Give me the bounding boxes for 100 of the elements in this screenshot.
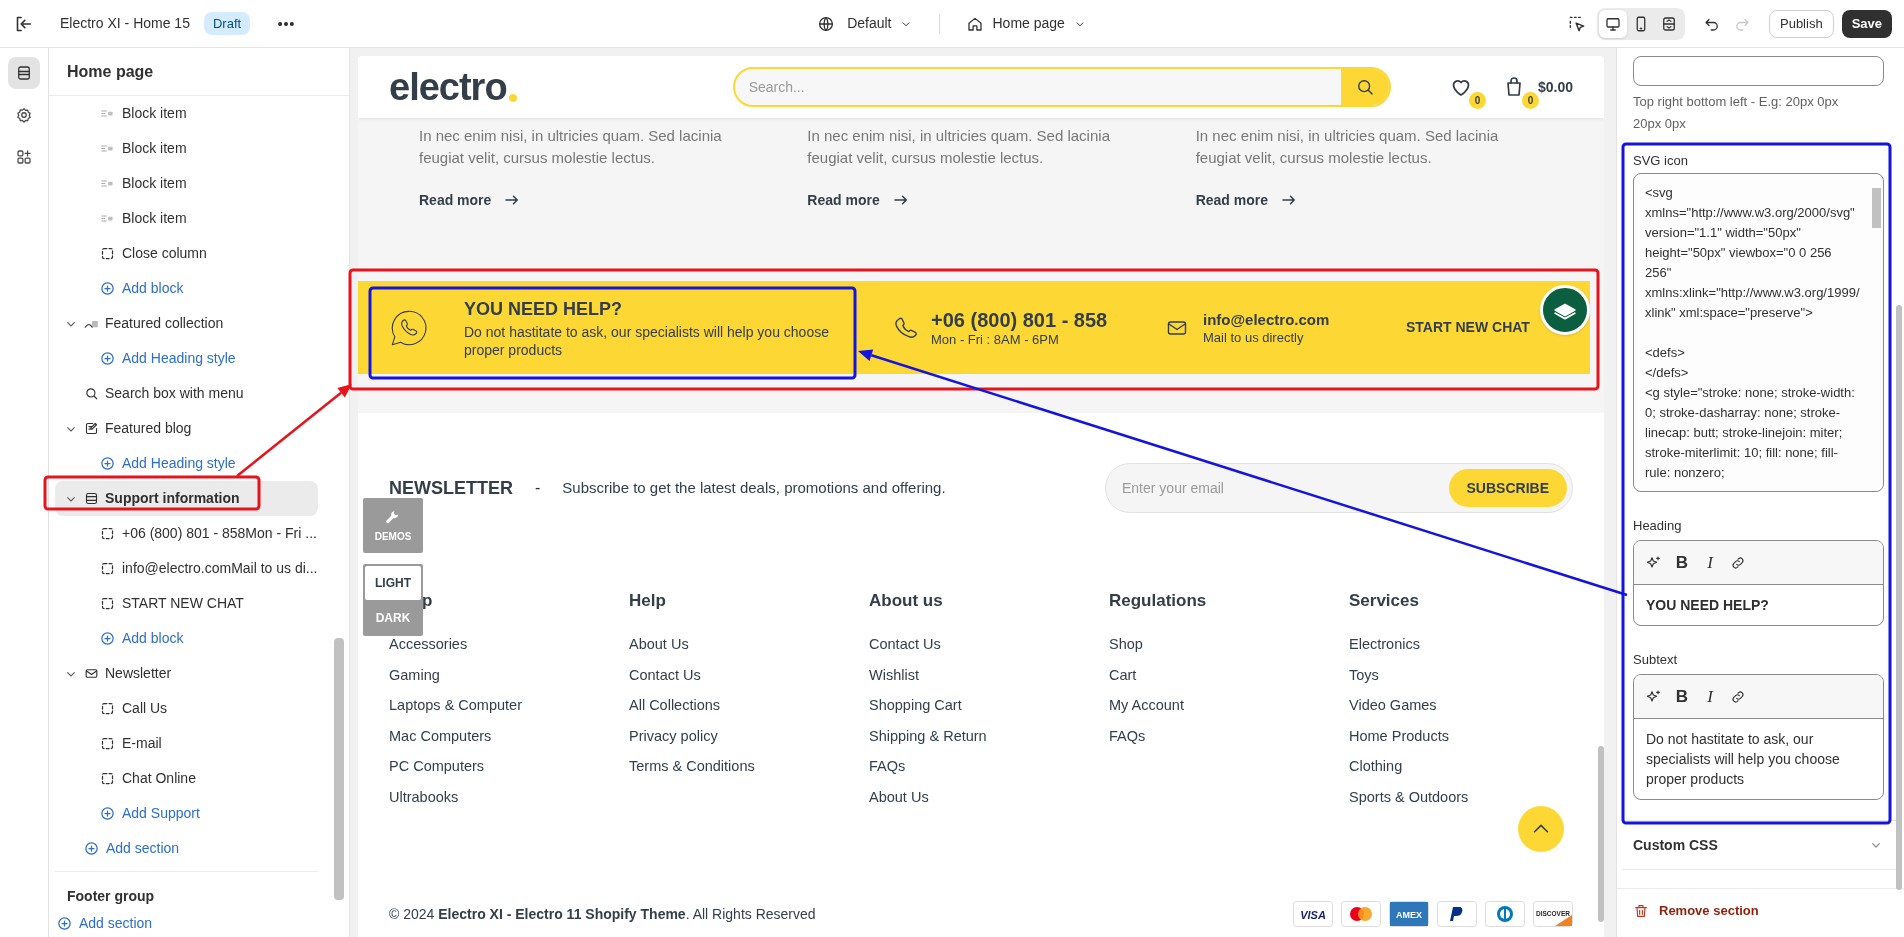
page-dropdown[interactable]: Home page [960,9,1093,38]
desktop-icon[interactable] [1599,9,1627,38]
add-link[interactable]: Add block [55,271,318,306]
tree-item[interactable]: Block item [55,201,318,236]
dashed-square-icon [100,246,115,261]
footer-link[interactable]: Video Games [1349,694,1437,716]
input-field[interactable] [1633,56,1884,86]
read-more-link[interactable]: Read more [807,189,910,211]
add-link[interactable]: Add block [55,621,318,656]
italic-button[interactable]: I [1702,683,1718,710]
search-button[interactable] [1340,69,1389,105]
footer-link[interactable]: Wishlist [869,663,919,686]
phone-icon [893,315,917,340]
tree-item[interactable]: Close column [55,236,318,271]
footer-link[interactable]: PC Computers [389,755,485,777]
tree-item[interactable]: Call Us [55,691,318,726]
footer-link[interactable]: All Collections [629,694,721,716]
newsletter-text: Subscribe to get the latest deals, promotions and offering. [562,477,946,498]
footer-link[interactable]: Ultrabooks [389,785,459,808]
footer-link[interactable]: About Us [629,633,689,655]
status-badge: Draft [203,11,251,36]
footer-link[interactable]: Sports & Outdoors [1349,785,1469,808]
tree-item[interactable]: Block item [55,131,318,166]
read-more-link[interactable]: Read more [419,189,522,211]
support-subtext: Do not hastitate to ask, our specialists will help you choose proper products [464,322,830,359]
rich-text-editor[interactable]: B I Do not hastitate to ask, our specialists will help you choose proper products [1633,674,1884,800]
footer-link[interactable]: Mac Computers [389,724,492,747]
footer-link[interactable]: Shop [1109,633,1143,655]
footer-link[interactable]: Shopping Cart [869,694,962,716]
footer-link[interactable]: Gaming [389,663,440,686]
footer-link[interactable]: Toys [1349,663,1379,686]
search-field[interactable]: Search... [734,69,1341,105]
count-badge: 0 [1468,92,1486,109]
add-link[interactable]: Add section [55,906,318,937]
bold-button[interactable]: B [1674,549,1690,576]
logo[interactable]: electro [389,68,517,106]
add-link[interactable]: Add Heading style [55,446,318,481]
tree-item[interactable]: Featured blog [55,411,318,446]
plus-circle-icon [100,351,115,366]
add-link[interactable]: Add Support [55,796,318,831]
tree-item[interactable]: Newsletter [55,656,318,691]
newsletter-form[interactable]: Enter your email SUBSCRIBE [1105,463,1573,513]
footer-link[interactable]: FAQs [869,755,906,777]
italic-button[interactable]: I [1702,549,1718,576]
add-link[interactable]: Add section [55,831,318,866]
tree-item[interactable]: Block item [55,166,318,201]
footer-link[interactable]: Shipping & Return [869,724,987,747]
column-heading: p [421,590,434,612]
add-link[interactable]: Add Heading style [55,341,318,376]
mode-toggle[interactable]: LIGHT [365,566,421,600]
save-button[interactable]: Save [1841,9,1892,38]
footer-link[interactable]: Accessories [389,633,468,655]
panel-title: Home page [49,48,349,96]
tree-item[interactable]: +06 (800) 801 - 858Mon - Fri ... [55,516,318,551]
footer-link[interactable]: Cart [1109,663,1137,686]
tree-item[interactable]: E-mail [55,726,318,761]
scrollbar[interactable] [334,638,344,900]
remove-section-button[interactable]: Remove section [1633,901,1759,921]
tree-item[interactable]: Search box with menu [55,376,318,411]
rich-text-editor[interactable]: B I YOU NEED HELP? [1633,540,1884,626]
footer-link[interactable]: My Account [1109,694,1184,716]
footer-link[interactable]: Privacy policy [629,724,718,747]
newsletter-title: NEWSLETTER [389,476,513,500]
tree-item[interactable]: Chat Online [55,761,318,796]
publish-button[interactable]: Publish [1769,9,1834,38]
footer-link[interactable]: FAQs [1109,724,1146,747]
footer-link[interactable]: Terms & Conditions [629,755,755,777]
collapsible-header[interactable]: Custom CSS [1622,820,1896,870]
footer-link[interactable]: Laptops & Computer [389,694,522,716]
link-icon[interactable] [1730,688,1746,705]
email-field[interactable]: Enter your email [1106,464,1449,512]
search-bar[interactable]: Search... [732,67,1391,107]
footer-link[interactable]: Electronics [1349,633,1420,655]
field-label: Heading [1633,517,1683,535]
field-label: SVG icon [1633,152,1689,170]
chat-link[interactable]: START NEW CHAT [1406,317,1530,338]
tree-item[interactable]: Support information [55,481,318,516]
subscribe-button[interactable]: SUBSCRIBE [1448,469,1567,507]
link-icon[interactable] [1730,554,1746,571]
code-field[interactable]: <svg xmlns="http://www.w3.org/2000/svg" version="1.1" width="50px" height="50px" viewbox="0 0 256 256" xmlns:xlink="http://www.w3.org/1999/xlink" xml:space="preserve"> <defs> </defs> <g style="stroke: none; stroke-width: 0; stroke-dasharray: none; stroke-linecap: butt; stroke-linejoin: miter; stroke-miterlimit: 10; fill: none; fill-rule: nonzero; [1633,173,1884,492]
read-more-link[interactable]: Read more [1195,189,1298,211]
scrollbar[interactable] [1896,305,1902,890]
payment-logo: AMEX [1389,901,1429,927]
tree-item[interactable]: Block item [55,96,318,131]
sections-icon[interactable] [8,57,40,89]
footer-link[interactable]: Clothing [1349,755,1403,777]
footer-link[interactable]: Contact Us [869,633,941,655]
bold-button[interactable]: B [1674,683,1690,710]
tree-item[interactable]: info@electro.comMail to us di... [55,551,318,586]
theme-dropdown[interactable]: Default [811,9,920,38]
column-heading: Services [1349,590,1420,612]
footer-link[interactable]: Contact Us [629,663,701,686]
tree-item[interactable]: Featured collection [55,306,318,341]
plus-circle-icon [100,806,115,821]
footer-link[interactable]: Home Products [1349,724,1449,747]
footer-link[interactable]: About Us [869,785,929,808]
help-text: Top right bottom left - E.g: 20px 0px 20px 0px [1633,93,1840,133]
scrollbar[interactable] [1598,746,1604,922]
tree-item[interactable]: START NEW CHAT [55,586,318,621]
field-label: Subtext [1633,651,1679,669]
